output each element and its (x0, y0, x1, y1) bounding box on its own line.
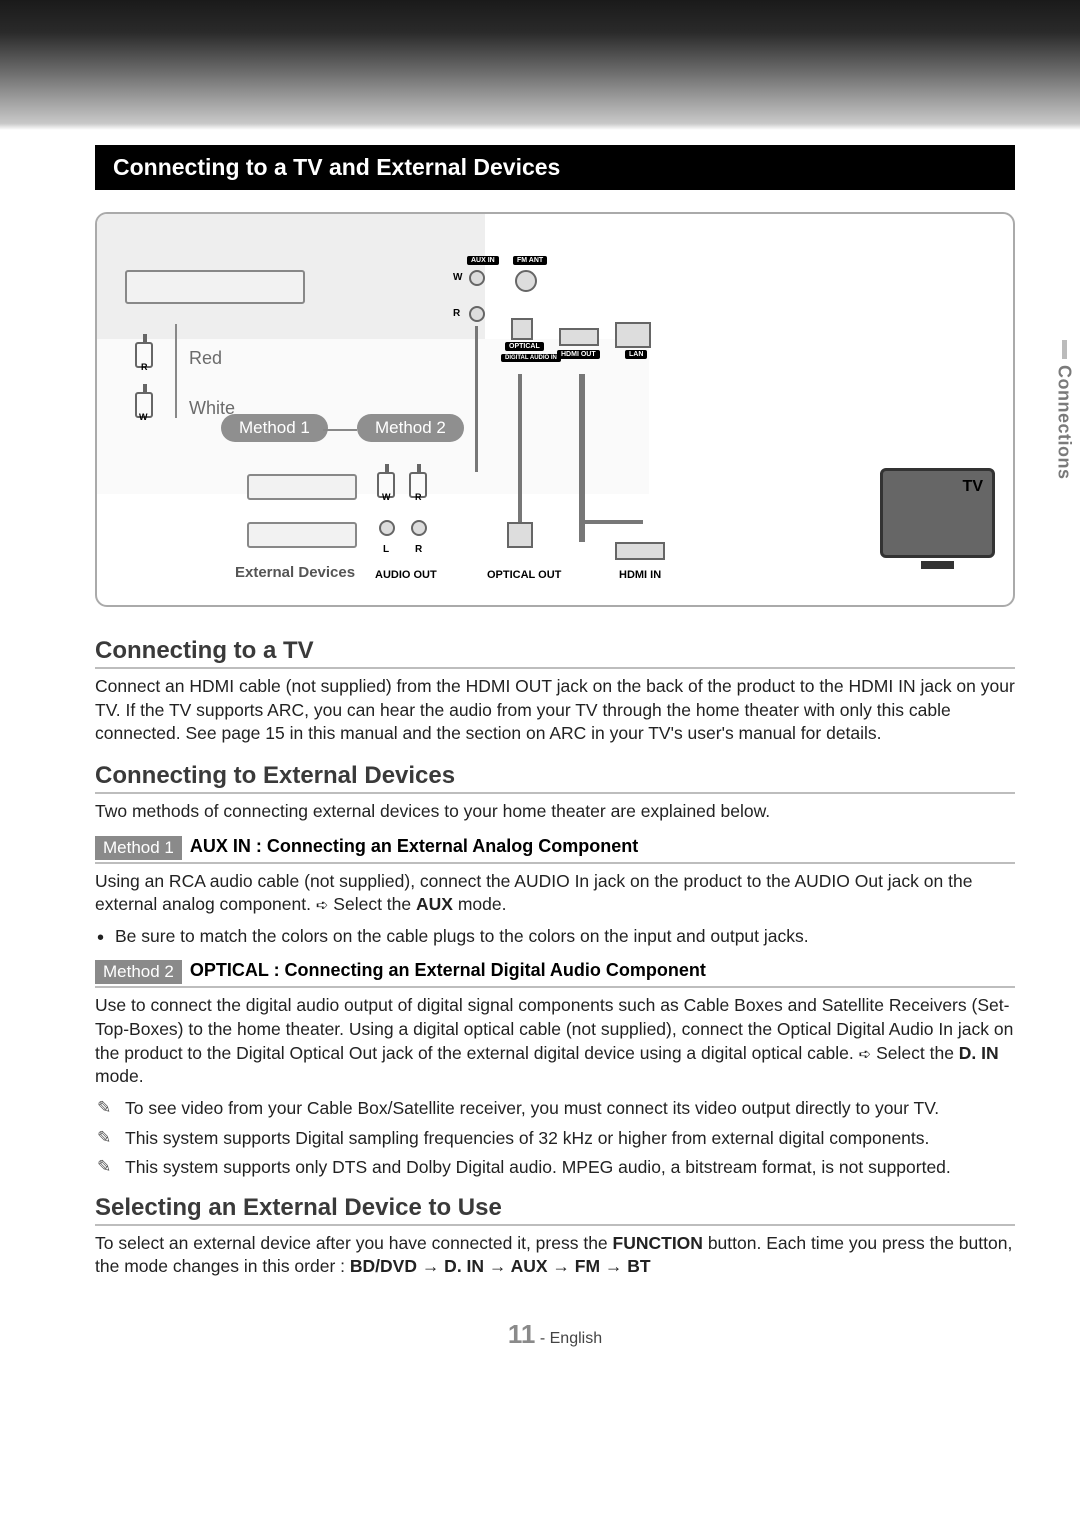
method2-heading: Method 2 OPTICAL : Connecting an Externa… (95, 960, 1015, 988)
wr-label-r: R (453, 308, 460, 319)
method1-body: Using an RCA audio cable (not supplied),… (95, 870, 1015, 917)
method2-body-d: mode. (95, 1066, 144, 1086)
method1-pill: Method 1 (221, 414, 328, 442)
method1-aux-mode: AUX (416, 894, 453, 914)
rule (95, 792, 1015, 794)
method1-title: AUX IN : Connecting an External Analog C… (190, 836, 638, 860)
heading-selecting-device: Selecting an External Device to Use (95, 1194, 1015, 1222)
heading-connecting-tv: Connecting to a TV (95, 637, 1015, 665)
audio-out-l-letter: L (383, 544, 389, 555)
jack-white-letter: W (139, 412, 148, 422)
page-top-gradient (0, 0, 1080, 130)
page-number: 11 (508, 1319, 536, 1349)
page-language: - English (540, 1330, 602, 1347)
method1-body-a: Using an RCA audio cable (not supplied),… (95, 871, 972, 915)
method2-body: Use to connect the digital audio output … (95, 994, 1015, 1089)
cable-optical (518, 374, 522, 522)
port-aux-w (469, 270, 485, 286)
port-label-optical: OPTICAL (505, 342, 544, 351)
audio-out-r-port (411, 520, 427, 536)
method2-din-mode: D. IN (959, 1043, 999, 1063)
page-footer: 11 - English (95, 1319, 1015, 1350)
port-aux-r (469, 306, 485, 322)
home-theater-front-icon (125, 270, 305, 304)
audio-out-l-port (379, 520, 395, 536)
audio-out-r-letter2: R (415, 544, 422, 555)
method2-pill: Method 2 (357, 414, 464, 442)
method2-badge: Method 2 (95, 960, 182, 984)
optical-out-port (507, 522, 533, 548)
note-1: To see video from your Cable Box/Satelli… (95, 1097, 1015, 1121)
chapter-tab-label: Connections (1054, 365, 1075, 480)
cable-hdmi-tv (583, 520, 643, 524)
port-hdmi-out (559, 328, 599, 346)
jack-red-letter: R (141, 362, 148, 372)
section-banner-title: Connecting to a TV and External Devices (113, 154, 560, 180)
port-label-aux-in: AUX IN (467, 256, 499, 265)
arrow-icon: ➪ (316, 897, 329, 914)
mode-sequence: BD/DVD → D. IN → AUX → FM → BT (350, 1256, 651, 1276)
tv-label: TV (963, 478, 983, 496)
optical-out-label: OPTICAL OUT (487, 569, 561, 581)
audio-out-r-letter: R (415, 492, 422, 502)
method1-pill-label: Method 1 (239, 418, 310, 437)
hdmi-in-label: HDMI IN (619, 569, 661, 581)
diagram-divider (175, 324, 177, 418)
function-button-label: FUNCTION (613, 1233, 703, 1253)
external-device-2-icon (247, 522, 357, 548)
wr-label-w: W (453, 272, 462, 283)
method2-title: OPTICAL : Connecting an External Digital… (190, 960, 706, 984)
note-3: This system supports only DTS and Dolby … (95, 1156, 1015, 1180)
rule (95, 667, 1015, 669)
audio-out-w-letter: W (382, 492, 391, 502)
method1-body-b: Select the (333, 894, 416, 914)
color-red-label: Red (189, 348, 222, 369)
pill-connector (323, 429, 357, 431)
hdmi-in-port (615, 542, 665, 560)
port-lan (615, 322, 651, 348)
method2-pill-label: Method 2 (375, 418, 446, 437)
port-label-digital-audio-in: DIGITAL AUDIO IN (501, 354, 561, 362)
arrow-icon: ➪ (859, 1046, 872, 1063)
heading-connecting-ext: Connecting to External Devices (95, 762, 1015, 790)
method2-body-b: Select the (876, 1043, 959, 1063)
port-label-fm-ant: FM ANT (513, 256, 547, 265)
method1-body-d: mode. (458, 894, 507, 914)
external-devices-label: External Devices (235, 564, 355, 581)
para-connecting-tv: Connect an HDMI cable (not supplied) fro… (95, 675, 1015, 746)
method1-bullet: Be sure to match the colors on the cable… (95, 925, 1015, 949)
cable-hdmi (579, 374, 585, 542)
method1-badge: Method 1 (95, 836, 182, 860)
port-fm (515, 270, 537, 292)
port-label-lan: LAN (625, 350, 647, 359)
cable-aux (475, 326, 478, 472)
connection-diagram: AUX IN FM ANT OPTICAL DIGITAL AUDIO IN H… (95, 212, 1015, 607)
rule (95, 1224, 1015, 1226)
method1-heading: Method 1 AUX IN : Connecting an External… (95, 836, 1015, 864)
audio-out-label: AUDIO OUT (375, 569, 437, 581)
chapter-tab: Connections (1048, 340, 1080, 480)
port-optical-in (511, 318, 533, 340)
section-banner: Connecting to a TV and External Devices (95, 145, 1015, 190)
external-device-1-icon (247, 474, 357, 500)
note-2: This system supports Digital sampling fr… (95, 1127, 1015, 1151)
para-selecting-device: To select an external device after you h… (95, 1232, 1015, 1279)
selecting-a: To select an external device after you h… (95, 1233, 613, 1253)
port-label-hdmi-out: HDMI OUT (557, 350, 600, 359)
para-ext-intro: Two methods of connecting external devic… (95, 800, 1015, 824)
